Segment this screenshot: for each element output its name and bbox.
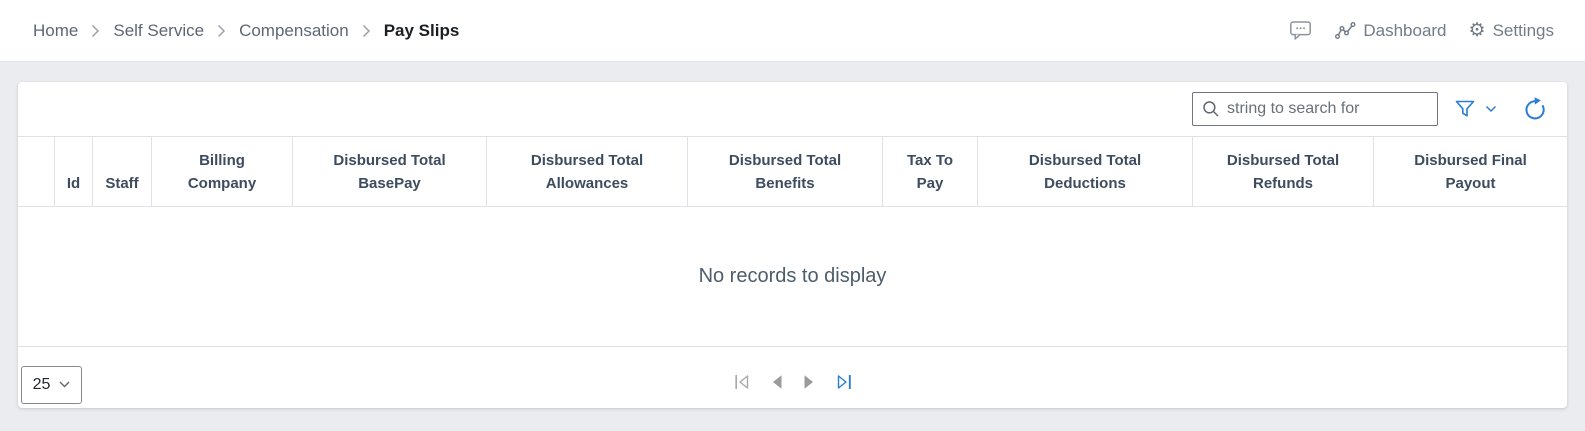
column-header-disbursed-allowances[interactable]: Disbursed Total Allowances [487, 137, 688, 206]
topbar-actions: Dashboard ⚙ Settings [1289, 20, 1554, 41]
settings-button[interactable]: ⚙ Settings [1469, 21, 1554, 41]
chevron-right-icon [91, 24, 100, 38]
column-header-tax-to-pay[interactable]: Tax To Pay [883, 137, 978, 206]
pager [732, 372, 853, 392]
previous-page-button[interactable] [768, 372, 784, 392]
chevron-right-icon [217, 24, 226, 38]
dashboard-label: Dashboard [1363, 20, 1447, 40]
column-header-staff[interactable]: Staff [93, 137, 152, 206]
funnel-icon [1455, 100, 1475, 117]
last-page-icon [837, 375, 851, 390]
refresh-button[interactable] [1521, 96, 1547, 122]
next-page-icon [804, 375, 813, 390]
page-size-value: 25 [32, 375, 51, 393]
settings-label: Settings [1492, 20, 1554, 40]
column-header-disbursed-basepay[interactable]: Disbursed Total BasePay [293, 137, 487, 206]
filter-button[interactable] [1451, 95, 1499, 123]
chat-button[interactable] [1289, 20, 1313, 41]
dashboard-button[interactable]: Dashboard [1335, 20, 1447, 41]
next-page-button[interactable] [801, 372, 817, 392]
column-header-disbursed-benefits[interactable]: Disbursed Total Benefits [688, 137, 883, 206]
breadcrumb-item-self-service[interactable]: Self Service [113, 21, 204, 41]
search-box [1192, 92, 1438, 126]
grid-body: No records to display [18, 207, 1567, 346]
chevron-right-icon [362, 24, 371, 38]
last-page-button[interactable] [834, 372, 853, 392]
chevron-down-icon [59, 381, 70, 388]
chevron-down-icon [1485, 105, 1497, 113]
refresh-icon [1525, 97, 1545, 120]
column-header-billing-company[interactable]: Billing Company [152, 137, 293, 206]
previous-page-icon [772, 375, 781, 390]
breadcrumb-item-compensation[interactable]: Compensation [239, 21, 349, 41]
column-header-disbursed-refunds[interactable]: Disbursed Total Refunds [1193, 137, 1374, 206]
breadcrumb-item-home[interactable]: Home [33, 21, 78, 41]
search-icon [1203, 101, 1219, 117]
search-input[interactable] [1220, 100, 1437, 118]
column-header-disbursed-final-payout[interactable]: Disbursed Final Payout [1374, 137, 1567, 206]
page-size-select[interactable]: 25 [21, 365, 82, 404]
breadcrumb-current-pay-slips: Pay Slips [383, 20, 460, 40]
chat-bubble-icon [1289, 20, 1313, 41]
pay-slips-grid-panel: Id Staff Billing Company Disbursed Total… [18, 82, 1567, 408]
grid-toolbar [18, 82, 1567, 136]
column-header-spacer [18, 137, 55, 206]
column-header-disbursed-deductions[interactable]: Disbursed Total Deductions [978, 137, 1193, 206]
grid-header-row: Id Staff Billing Company Disbursed Total… [18, 136, 1567, 207]
gear-icon: ⚙ [1468, 20, 1486, 41]
column-header-id[interactable]: Id [55, 137, 93, 206]
line-chart-icon [1335, 21, 1356, 41]
first-page-icon [734, 375, 748, 390]
first-page-button[interactable] [732, 372, 751, 392]
top-bar: Home Self Service Compensation Pay Slips [0, 0, 1585, 62]
breadcrumb: Home Self Service Compensation Pay Slips [33, 21, 459, 41]
empty-records-message: No records to display [698, 265, 887, 287]
grid-footer: 25 [18, 346, 1567, 408]
